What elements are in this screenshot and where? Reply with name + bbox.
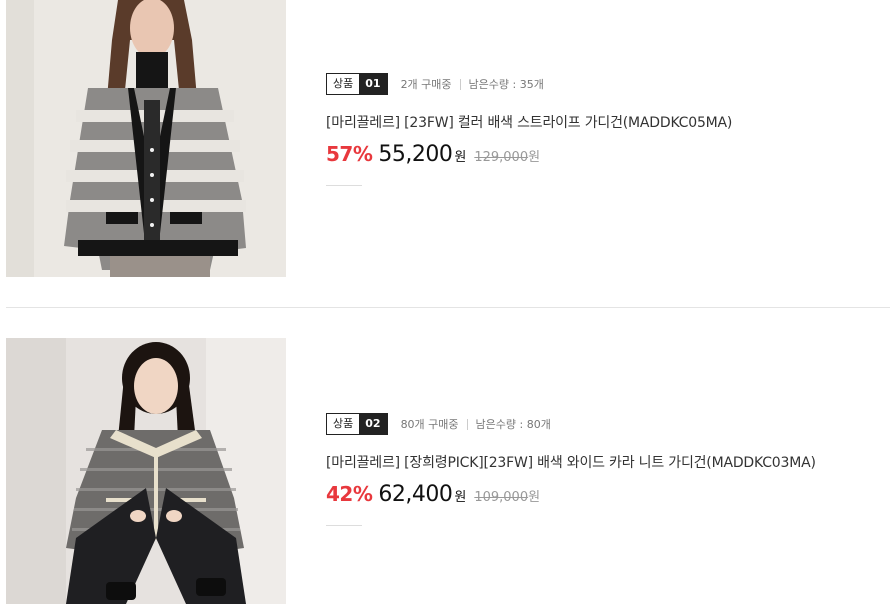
product-badge: 상품 02 bbox=[326, 413, 388, 435]
original-price: 129,000 bbox=[474, 150, 529, 165]
badge-label: 상품 bbox=[327, 414, 360, 434]
discount-rate: 42% bbox=[326, 482, 373, 506]
remaining-quantity: 남은수량 : 80개 bbox=[475, 418, 551, 431]
sale-price-currency: 원 bbox=[454, 490, 467, 505]
badge-number: 02 bbox=[359, 414, 387, 434]
sale-price-currency: 원 bbox=[454, 150, 467, 165]
product-info-2: 상품 02 80개 구매중 남은수량 : 80개 [마리끌레르] [장희령PIC… bbox=[326, 412, 816, 526]
remaining-quantity: 남은수량 : 35개 bbox=[468, 78, 544, 91]
original-price-currency: 원 bbox=[528, 490, 541, 505]
price-row: 57% 55,200 원 129,000 원 bbox=[326, 142, 732, 167]
badge-number: 01 bbox=[359, 74, 387, 94]
model-striped-cardigan-photo bbox=[6, 0, 286, 277]
purchasing-count: 80개 구매중 bbox=[400, 418, 459, 431]
sale-price: 62,400 bbox=[378, 482, 453, 507]
meta-separator bbox=[459, 78, 461, 90]
meta-row: 상품 01 2개 구매중 남은수량 : 35개 bbox=[326, 72, 732, 96]
purchasing-count: 2개 구매중 bbox=[400, 78, 452, 91]
original-price-currency: 원 bbox=[528, 150, 541, 165]
model-tweed-cardigan-photo bbox=[6, 338, 286, 604]
product-image-2[interactable] bbox=[6, 338, 286, 604]
badge-label: 상품 bbox=[327, 74, 360, 94]
short-divider bbox=[326, 525, 362, 526]
original-price: 109,000 bbox=[474, 490, 529, 505]
meta-separator bbox=[466, 418, 468, 430]
product-info-1: 상품 01 2개 구매중 남은수량 : 35개 [마리끌레르] [23FW] 컬… bbox=[326, 72, 732, 186]
sale-price: 55,200 bbox=[378, 142, 453, 167]
meta-row: 상품 02 80개 구매중 남은수량 : 80개 bbox=[326, 412, 816, 436]
price-row: 42% 62,400 원 109,000 원 bbox=[326, 482, 816, 507]
product-title[interactable]: [마리끌레르] [23FW] 컬러 배색 스트라이프 가디건(MADDKC05M… bbox=[326, 112, 732, 132]
product-image-1[interactable] bbox=[6, 0, 286, 277]
short-divider bbox=[326, 185, 362, 186]
product-badge: 상품 01 bbox=[326, 73, 388, 95]
product-title[interactable]: [마리끌레르] [장희령PICK][23FW] 배색 와이드 카라 니트 가디건… bbox=[326, 452, 816, 472]
product-divider bbox=[6, 307, 890, 308]
discount-rate: 57% bbox=[326, 142, 373, 166]
